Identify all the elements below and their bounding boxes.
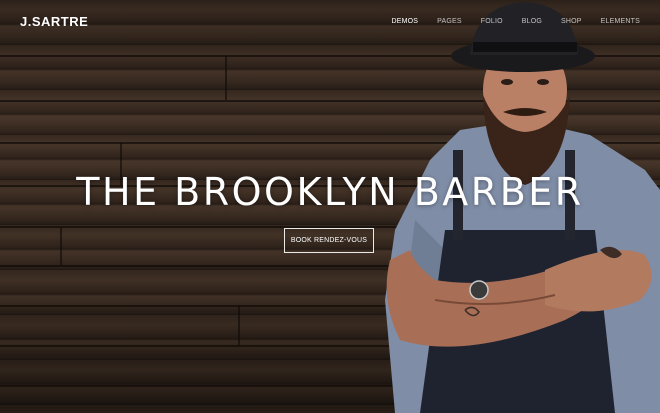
wood-plank-joint [238,306,240,345]
nav-item-elements[interactable]: ELEMENTS [601,18,640,25]
book-rendezvous-button[interactable]: BOOK RENDEZ-VOUS [284,228,374,253]
nav-item-demos[interactable]: DEMOS [391,18,418,25]
nav-item-blog[interactable]: BLOG [522,18,542,25]
brand-logo[interactable]: J.SARTRE [20,14,88,29]
hero-section: J.SARTRE DEMOS PAGES FOLIO BLOG SHOP ELE… [0,0,660,413]
wood-plank-joint [225,56,227,100]
nav-item-pages[interactable]: PAGES [437,18,462,25]
main-navigation: DEMOS PAGES FOLIO BLOG SHOP ELEMENTS [372,18,640,25]
nav-item-folio[interactable]: FOLIO [481,18,503,25]
nav-item-shop[interactable]: SHOP [561,18,582,25]
wood-plank-joint [60,227,62,265]
hero-headline: THE BROOKLYN BARBER [76,170,584,214]
